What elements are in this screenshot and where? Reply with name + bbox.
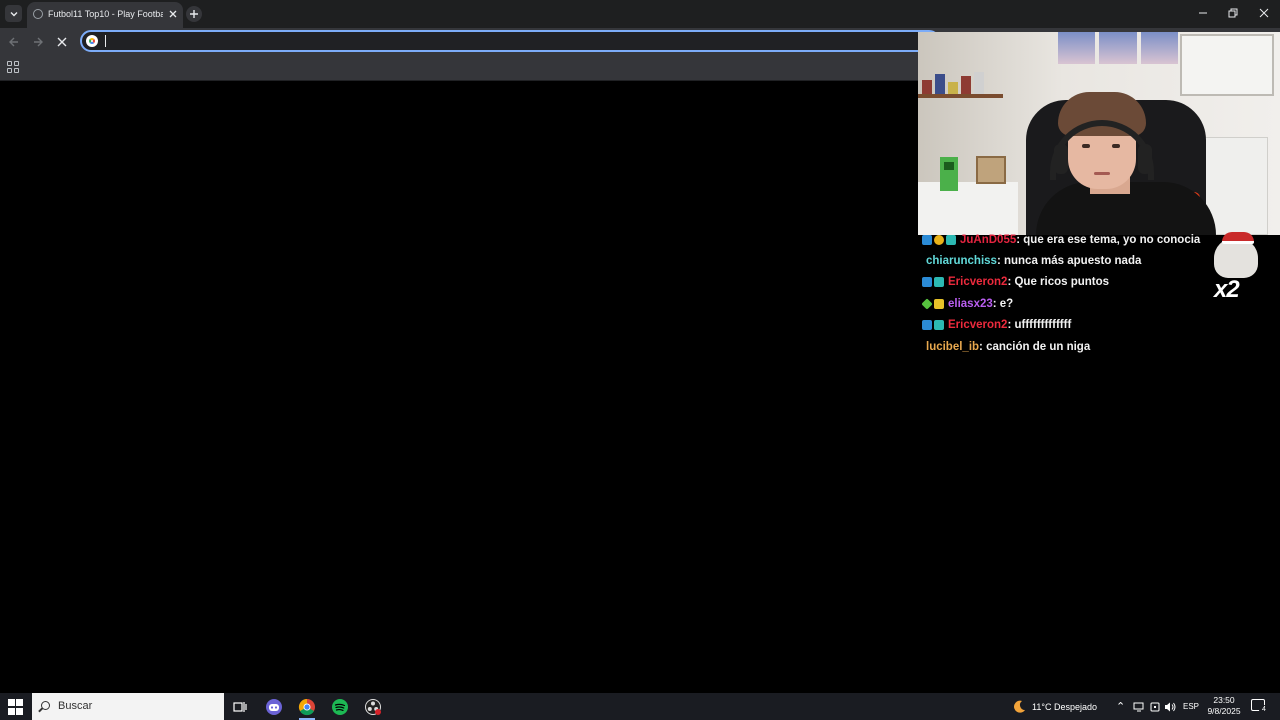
obs-button[interactable] [363,697,383,717]
stop-loading-button[interactable] [54,34,70,50]
apps-grid-icon[interactable] [7,61,19,73]
spotify-button[interactable] [330,697,350,717]
chat-text: : e? [992,298,1014,310]
browser-tab[interactable]: Futbol11 Top10 - Play Football [27,2,183,28]
chat-text: : nunca más apuesto nada [996,255,1142,267]
subscriber-badge-icon [934,277,944,287]
chat-text: : que era ese tema, yo no conocia [1016,234,1201,246]
chrome-icon [298,698,315,716]
forward-button[interactable] [30,34,46,50]
chat-username: Ericveron2 [948,276,1008,288]
close-icon [169,10,177,18]
bed [918,182,1018,235]
chat-message: Ericveron2 : Que ricos puntos [922,274,1109,290]
chat-message: eliasx23 : e? [921,296,1014,312]
obs-icon [365,699,381,715]
minimize-icon [1199,12,1207,14]
close-icon [1259,8,1269,18]
subscriber-badge-icon [934,320,944,330]
clock[interactable]: 23:50 9/8/2025 [1204,695,1244,717]
restore-icon [1228,8,1238,18]
taskbar-search[interactable]: Buscar [32,693,224,720]
tab-search-button[interactable] [5,5,22,22]
volume-button[interactable] [1160,697,1180,717]
plus-icon [190,10,198,18]
chevron-down-icon [10,11,17,16]
text-caret [105,35,106,47]
sticker-multiplier: x2 [1214,276,1240,303]
language-indicator[interactable]: ESP [1183,702,1199,711]
tab-close-button[interactable] [166,7,180,21]
chat-text: : canción de un niga [979,341,1091,353]
weather-moon-icon [1014,700,1025,713]
notification-count: 4 [1259,705,1269,715]
prime-badge-icon [922,235,932,245]
whiteboard [1180,34,1274,96]
clock-date: 9/8/2025 [1207,706,1241,716]
stream-chat: JuAnD055 : que era ese tema, yo no conoc… [921,232,1222,362]
address-bar[interactable] [80,30,940,52]
chat-username: chiarunchiss [926,255,997,267]
chat-username: eliasx23 [948,298,993,310]
clock-time: 23:50 [1213,695,1235,705]
discord-icon [266,699,282,715]
windows-start-icon[interactable] [8,699,24,715]
arrow-right-icon [34,37,43,47]
address-input[interactable] [104,33,924,49]
chevron-up-icon[interactable]: ⌃ [1116,700,1125,713]
taskbar: Buscar 11°C Despejado ⌃ ESP 23:50 9/8/20… [0,693,1280,720]
crown-badge-icon [934,299,944,309]
chat-text: : ufffffffffffff [1007,319,1072,331]
prime-badge-icon [922,277,932,287]
chat-username: lucibel_ib [926,341,980,353]
arrow-left-icon [9,37,18,47]
title-bar: Futbol11 Top10 - Play Football [0,0,1280,28]
santa-hat-icon [1222,232,1254,244]
creeper-face [944,162,954,170]
window-close-button[interactable] [1255,5,1273,21]
tab-title: Futbol11 Top10 - Play Football [48,9,163,19]
globe-icon [33,9,43,19]
back-button[interactable] [6,34,22,50]
cat-sticker-icon [1214,238,1258,278]
monitor-icon [1133,702,1144,712]
prime-badge-icon [922,320,932,330]
google-icon [86,35,98,47]
spotify-icon [332,699,348,715]
subscriber-badge-icon [946,235,956,245]
shelf-items [922,70,1002,94]
webcam-overlay [918,32,1280,235]
chat-text: : Que ricos puntos [1007,276,1110,288]
gem-badge-icon [921,298,933,310]
chat-username: JuAnD055 [960,234,1017,246]
new-tab-button[interactable] [186,6,202,22]
wall-posters [1058,32,1178,64]
chat-message: lucibel_ib : canción de un niga [922,339,1090,355]
chat-sticker: x2 [1208,232,1268,306]
chat-username: Ericveron2 [948,319,1008,331]
picture-frame [976,156,1006,184]
task-view-button[interactable] [230,697,250,717]
search-icon [41,701,50,710]
restore-button[interactable] [1224,5,1242,21]
chrome-button[interactable] [297,697,317,717]
weather-text[interactable]: 11°C Despejado [1032,702,1097,712]
headphone-cup [1138,144,1152,174]
search-placeholder: Buscar [58,700,93,712]
speaker-icon [1165,702,1176,712]
chat-message: chiarunchiss : nunca más apuesto nada [922,253,1141,269]
task-view-icon [233,702,247,712]
chat-message: Ericveron2 : ufffffffffffff [922,317,1071,333]
minimize-button[interactable] [1194,5,1212,21]
shelf [918,94,1003,98]
discord-button[interactable] [264,697,284,717]
chat-message: JuAnD055 : que era ese tema, yo no conoc… [922,232,1200,248]
weather-button[interactable] [1009,697,1029,717]
close-icon [57,37,67,47]
headphone-cup [1054,144,1068,174]
bits-badge-icon [934,235,944,245]
